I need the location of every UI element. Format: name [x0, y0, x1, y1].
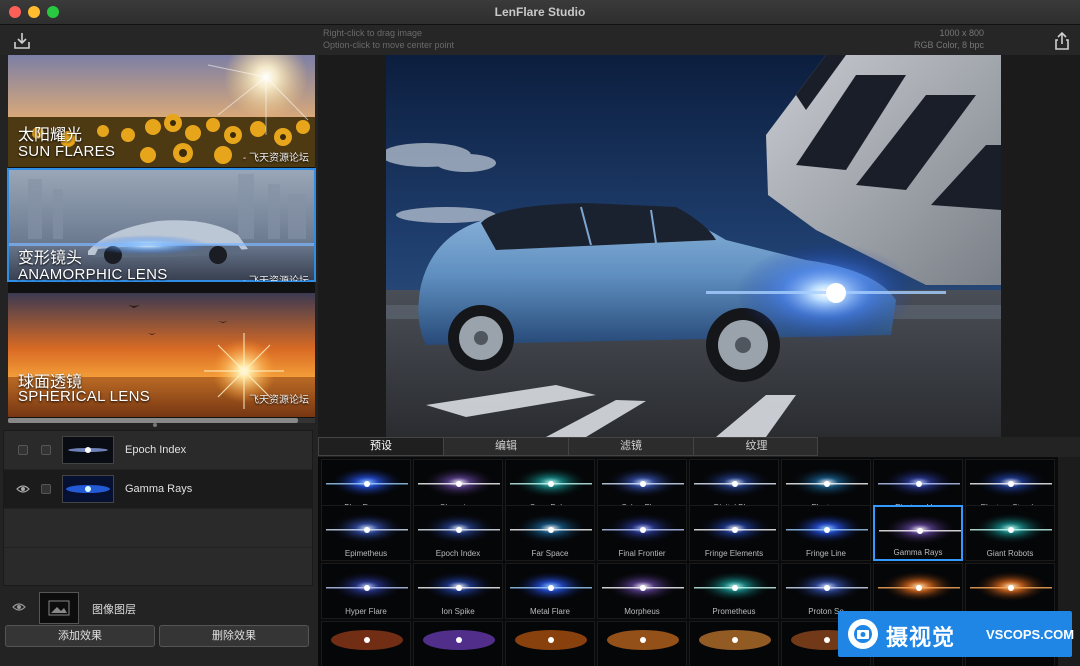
download-icon[interactable]	[12, 31, 32, 51]
hint-center: Option-click to move center point	[323, 40, 455, 50]
preset-tile[interactable]: Gamma Rays	[873, 505, 963, 561]
layer-row-gamma-rays[interactable]: Gamma Rays	[4, 470, 312, 508]
lock-checkbox[interactable]	[41, 445, 51, 455]
preset-tile-label: Fringe Line	[805, 549, 847, 558]
flare-preview	[690, 622, 778, 666]
layer-name: Gamma Rays	[125, 483, 193, 495]
eye-icon[interactable]	[16, 482, 30, 496]
lock-checkbox[interactable]	[41, 484, 51, 494]
preset-tile-label: Ion Spike	[441, 607, 475, 616]
tab-filters[interactable]: 滤镜	[569, 438, 694, 455]
preset-tile[interactable]: Far Space	[505, 505, 595, 561]
flare-preview	[414, 622, 502, 666]
effect-tabs: 预设 编辑 滤镜 纹理	[318, 437, 818, 456]
base-layer-name: 图像图层	[92, 604, 136, 616]
preset-tile[interactable]: Metal Flare	[505, 563, 595, 619]
preset-tile-label: Epoch Index	[435, 549, 481, 558]
image-mode: RGB Color, 8 bpc	[913, 40, 984, 50]
eye-icon[interactable]	[12, 600, 26, 614]
preset-watermark: 飞天资源论坛	[249, 395, 309, 406]
preset-tile[interactable]: Hyper Flare	[321, 563, 411, 619]
preset-tile-label: Morpheus	[624, 607, 660, 616]
share-icon[interactable]	[1052, 31, 1072, 51]
layer-row-epoch-index[interactable]: Epoch Index	[4, 431, 312, 469]
camera-logo-icon	[846, 617, 880, 651]
app-window: LenFlare Studio Right-click to drag imag…	[0, 0, 1080, 666]
scrollbar-thumb[interactable]	[8, 418, 298, 423]
tab-textures[interactable]: 纹理	[694, 438, 819, 455]
preset-tile[interactable]: Fringe Line	[781, 505, 871, 561]
splitter-handle[interactable]	[153, 423, 157, 427]
preset-en-label: SPHERICAL LENS	[18, 388, 151, 405]
preset-tile-label: Epimetheus	[344, 549, 388, 558]
window-title: LenFlare Studio	[494, 5, 586, 19]
preset-tile-label: Giant Robots	[986, 549, 1034, 558]
preset-tile-label: Far Space	[531, 549, 569, 558]
preset-tile-label: Prometheus	[712, 607, 756, 616]
preset-tile-label: Metal Flare	[529, 607, 570, 616]
add-effect-button[interactable]: 添加效果	[5, 625, 155, 647]
preset-tile[interactable]: Ion Spike	[413, 563, 503, 619]
preset-card-spherical-lens[interactable]: 球面透镜 SPHERICAL LENS 飞天资源论坛	[8, 293, 315, 417]
preset-tile[interactable]	[413, 621, 503, 666]
brand-en: VSCOPS.COM	[986, 627, 1075, 642]
visibility-checkbox[interactable]	[18, 445, 28, 455]
top-toolbar: Right-click to drag image Option-click t…	[0, 25, 1080, 55]
layer-thumbnail	[62, 436, 114, 464]
preset-list-scrollbar[interactable]	[8, 418, 315, 423]
title-bar: LenFlare Studio	[0, 0, 1080, 25]
preset-tile[interactable]: Epimetheus	[321, 505, 411, 561]
preset-tile[interactable]	[689, 621, 779, 666]
image-size: 1000 x 800	[939, 28, 984, 38]
image-layer-icon	[39, 592, 79, 624]
hint-drag: Right-click to drag image	[323, 28, 423, 38]
preset-tile[interactable]: Giant Robots	[965, 505, 1055, 561]
tab-edit[interactable]: 编辑	[444, 438, 569, 455]
effect-layers-panel: Epoch Index Gamma Rays	[3, 430, 313, 586]
preset-tile[interactable]: Prometheus	[689, 563, 779, 619]
base-image-layer[interactable]: 图像图层	[3, 590, 313, 624]
preset-tile-label: Fringe Elements	[704, 549, 764, 558]
flare-preview	[322, 622, 410, 666]
preset-tile[interactable]	[597, 621, 687, 666]
preset-tile[interactable]: Fringe Elements	[689, 505, 779, 561]
preset-card-sun-flares[interactable]: 太阳耀光 SUN FLARES - 飞天资源论坛	[8, 55, 315, 167]
brand-cn: 摄视觉	[886, 625, 956, 650]
preset-cn-label: 太阳耀光	[18, 127, 83, 144]
preset-en-label: SUN FLARES	[18, 143, 116, 160]
preset-tile-label: Gamma Rays	[893, 548, 943, 557]
layer-name: Epoch Index	[125, 444, 187, 456]
watermark-badge: 摄视觉 VSCOPS.COM	[838, 611, 1075, 657]
preset-tile[interactable]: Epoch Index	[413, 505, 503, 561]
preset-tile-label: Final Frontier	[618, 549, 666, 558]
preset-tile[interactable]: Final Frontier	[597, 505, 687, 561]
preset-tile-label: Hyper Flare	[345, 607, 387, 616]
preset-tile[interactable]	[321, 621, 411, 666]
flare-preview	[598, 622, 686, 666]
tab-presets[interactable]: 预设	[319, 438, 444, 455]
preset-watermark: - 飞天资源论坛	[242, 153, 309, 164]
preset-category-list: 太阳耀光 SUN FLARES - 飞天资源论坛 变形镜头 ANAMORPHIC…	[7, 55, 316, 421]
preset-tile[interactable]: Morpheus	[597, 563, 687, 619]
preset-card-anamorphic-lens[interactable]: 变形镜头 ANAMORPHIC LENS - 飞天资源论坛	[7, 168, 316, 282]
preset-watermark: - 飞天资源论坛	[243, 272, 309, 281]
row-divider	[4, 547, 312, 548]
remove-effect-button[interactable]: 删除效果	[159, 625, 309, 647]
preset-tile[interactable]	[505, 621, 595, 666]
layer-thumbnail	[62, 475, 114, 503]
preset-en-label: ANAMORPHIC LENS	[18, 266, 168, 281]
row-divider	[4, 508, 312, 509]
image-canvas[interactable]	[386, 55, 1001, 437]
flare-preview	[506, 622, 594, 666]
preset-cn-label: 变形镜头	[18, 250, 83, 267]
